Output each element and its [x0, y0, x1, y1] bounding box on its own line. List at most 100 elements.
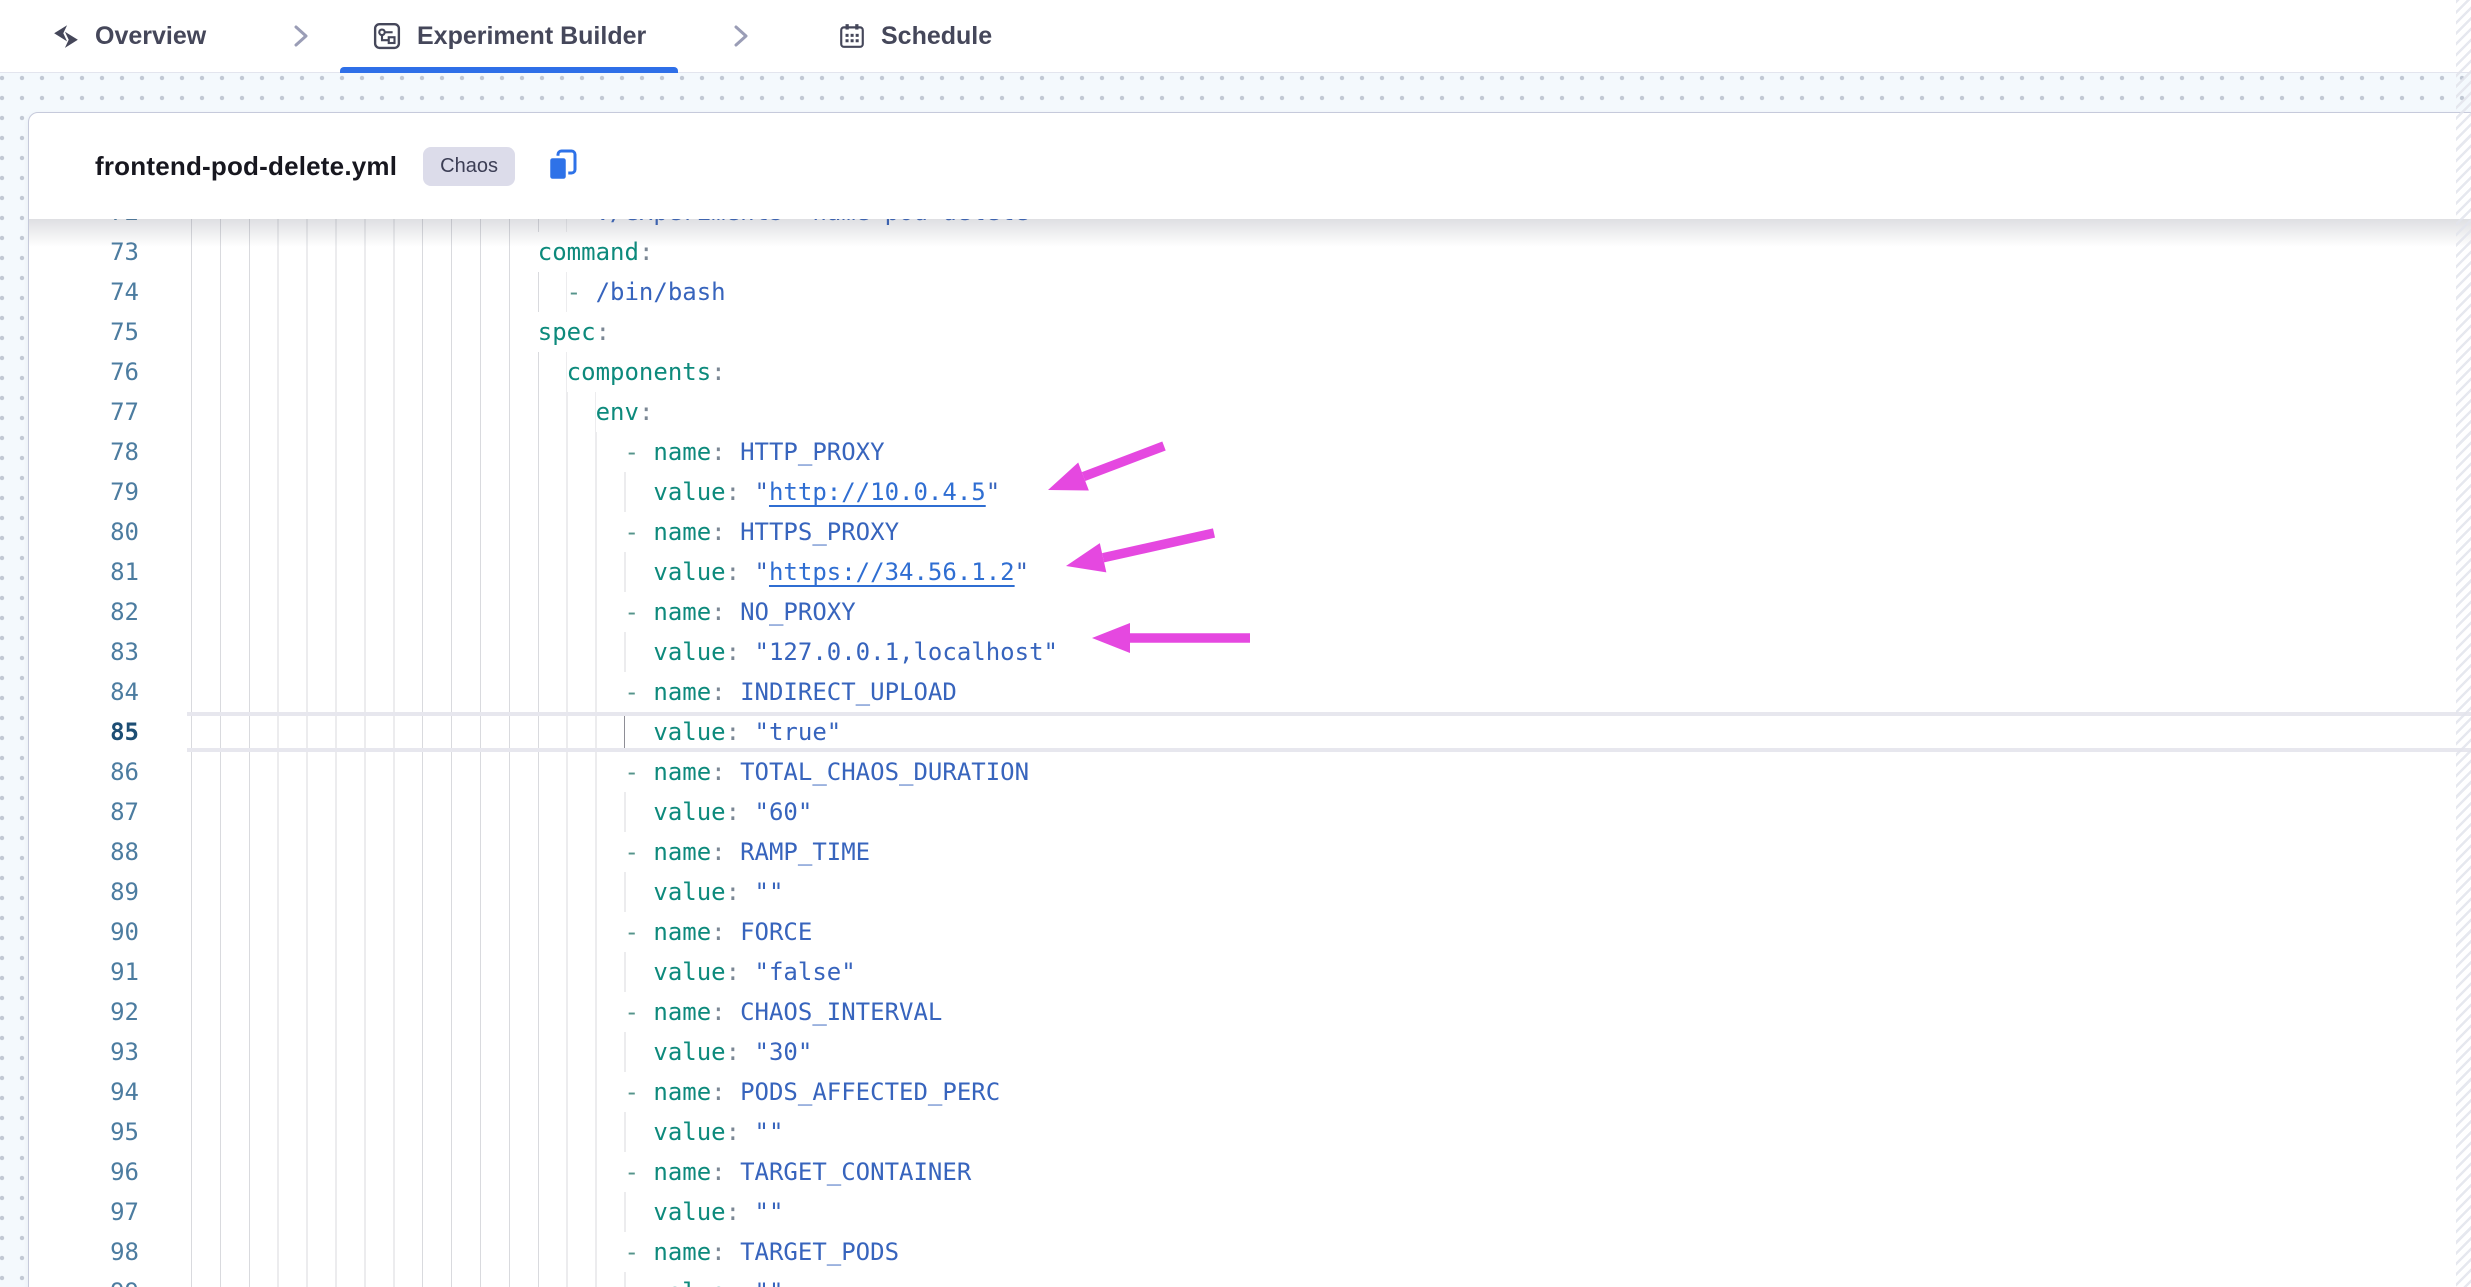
code-token: ./experiments -name pod-delete	[596, 219, 1029, 232]
line-number: 73	[29, 232, 139, 272]
code-token: :	[726, 1032, 755, 1072]
code-line[interactable]: 90- name: FORCE	[29, 912, 2471, 952]
code-token: :	[711, 352, 725, 392]
code-token: TARGET_CONTAINER	[740, 1152, 971, 1192]
code-token: value	[653, 1112, 725, 1152]
proxy-link[interactable]: https://34.56.1.2	[769, 552, 1015, 592]
code-token: /bin/bash	[596, 272, 726, 312]
code-token: "false"	[755, 952, 856, 992]
code-line[interactable]: 97value: ""	[29, 1192, 2471, 1232]
code-token: -	[624, 752, 653, 792]
code-token: "30"	[755, 1032, 813, 1072]
code-token: :	[726, 792, 755, 832]
code-token: value	[653, 1272, 725, 1287]
code-line[interactable]: 91value: "false"	[29, 952, 2471, 992]
code-line[interactable]: 88- name: RAMP_TIME	[29, 832, 2471, 872]
code-line[interactable]: 94- name: PODS_AFFECTED_PERC	[29, 1072, 2471, 1112]
code-line[interactable]: 92 - name: CHAOS_INTERVAL	[29, 992, 2471, 1032]
code-line[interactable]: 75spec:	[29, 312, 2471, 352]
code-token: value	[653, 632, 725, 672]
code-token: value	[653, 712, 725, 752]
code-line[interactable]: 76components:	[29, 352, 2471, 392]
code-token: name	[653, 592, 711, 632]
code-line[interactable]: 83value: "127.0.0.1,localhost"	[29, 632, 2471, 672]
code-token: spec	[538, 312, 596, 352]
code-token: name	[653, 512, 711, 552]
code-token: :	[726, 712, 755, 752]
code-line[interactable]: 84- name: INDIRECT_UPLOAD	[29, 672, 2471, 712]
indent-guides	[191, 1192, 653, 1232]
indent-guides	[191, 1152, 624, 1192]
code-token: -	[624, 1232, 653, 1272]
indent-guides	[191, 952, 653, 992]
code-token: value	[653, 1192, 725, 1232]
code-line[interactable]: 89value: ""	[29, 872, 2471, 912]
code-token: HTTP_PROXY	[740, 432, 885, 472]
code-line[interactable]: 77env:	[29, 392, 2471, 432]
code-line[interactable]: 80- name: HTTPS_PROXY	[29, 512, 2471, 552]
code-token: name	[653, 432, 711, 472]
code-token: command	[538, 232, 639, 272]
code-line[interactable]: 73command:	[29, 232, 2471, 272]
code-token: -	[624, 672, 653, 712]
code-token: value	[653, 872, 725, 912]
code-token: -	[624, 992, 653, 1032]
code-line[interactable]: 95value: ""	[29, 1112, 2471, 1152]
tab-experiment-builder[interactable]: Experiment Builder	[340, 0, 678, 72]
code-token: name	[653, 992, 711, 1032]
code-token: TARGET_PODS	[740, 1232, 899, 1272]
indent-guides	[191, 632, 653, 672]
code-token: name	[653, 832, 711, 872]
line-number: 91	[29, 952, 139, 992]
line-number: 90	[29, 912, 139, 952]
code-token: value	[653, 1032, 725, 1072]
code-line[interactable]: 81value: "https://34.56.1.2"	[29, 552, 2471, 592]
code-line[interactable]: 98- name: TARGET_PODS	[29, 1232, 2471, 1272]
tab-overview[interactable]: Overview	[52, 0, 206, 72]
code-token: value	[653, 552, 725, 592]
indent-guides	[191, 712, 624, 752]
chevron-right-icon	[293, 0, 309, 72]
proxy-link[interactable]: http://10.0.4.5	[769, 472, 986, 512]
copy-button[interactable]	[545, 148, 581, 184]
code-line[interactable]: 93value: "30"	[29, 1032, 2471, 1072]
code-line[interactable]: 72- ./experiments -name pod-delete	[29, 219, 2471, 232]
line-number: 86	[29, 752, 139, 792]
line-number: 99	[29, 1272, 139, 1287]
code-line[interactable]: 82- name: NO_PROXY	[29, 592, 2471, 632]
code-token: :	[711, 832, 740, 872]
code-line[interactable]: 85value: "true"	[29, 712, 2471, 752]
indent-guides	[191, 792, 653, 832]
code-token: :	[711, 992, 740, 1032]
line-number: 79	[29, 472, 139, 512]
yaml-editor[interactable]: 72- ./experiments -name pod-delete73comm…	[29, 219, 2471, 1287]
code-token: -	[624, 1152, 653, 1192]
code-line[interactable]: 74- /bin/bash	[29, 272, 2471, 312]
code-line[interactable]: 96- name: TARGET_CONTAINER	[29, 1152, 2471, 1192]
line-number: 77	[29, 392, 139, 432]
line-number: 81	[29, 552, 139, 592]
code-line[interactable]: 86- name: TOTAL_CHAOS_DURATION	[29, 752, 2471, 792]
line-number: 83	[29, 632, 139, 672]
indent-guides	[191, 552, 653, 592]
code-line[interactable]: 79value: "http://10.0.4.5"	[29, 472, 2471, 512]
code-token: "	[755, 472, 769, 512]
code-token: components	[567, 352, 712, 392]
line-number: 92	[29, 992, 139, 1032]
line-number: 72	[29, 219, 139, 232]
code-token: HTTPS_PROXY	[740, 512, 899, 552]
code-token: -	[624, 832, 653, 872]
code-token: -	[624, 592, 653, 632]
code-scroll: 72- ./experiments -name pod-delete73comm…	[29, 219, 2471, 1287]
code-line[interactable]: 87value: "60"	[29, 792, 2471, 832]
code-line[interactable]: 78- name: HTTP_PROXY	[29, 432, 2471, 472]
code-token: CHAOS_INTERVAL	[740, 992, 942, 1032]
active-indent-guide	[624, 712, 653, 752]
line-number: 96	[29, 1152, 139, 1192]
code-token: :	[711, 1152, 740, 1192]
code-line[interactable]: 99value: ""	[29, 1272, 2471, 1287]
tab-schedule[interactable]: Schedule	[838, 0, 992, 72]
indent-guides	[191, 232, 538, 272]
indent-guides	[191, 512, 624, 552]
line-number: 85	[29, 712, 139, 752]
